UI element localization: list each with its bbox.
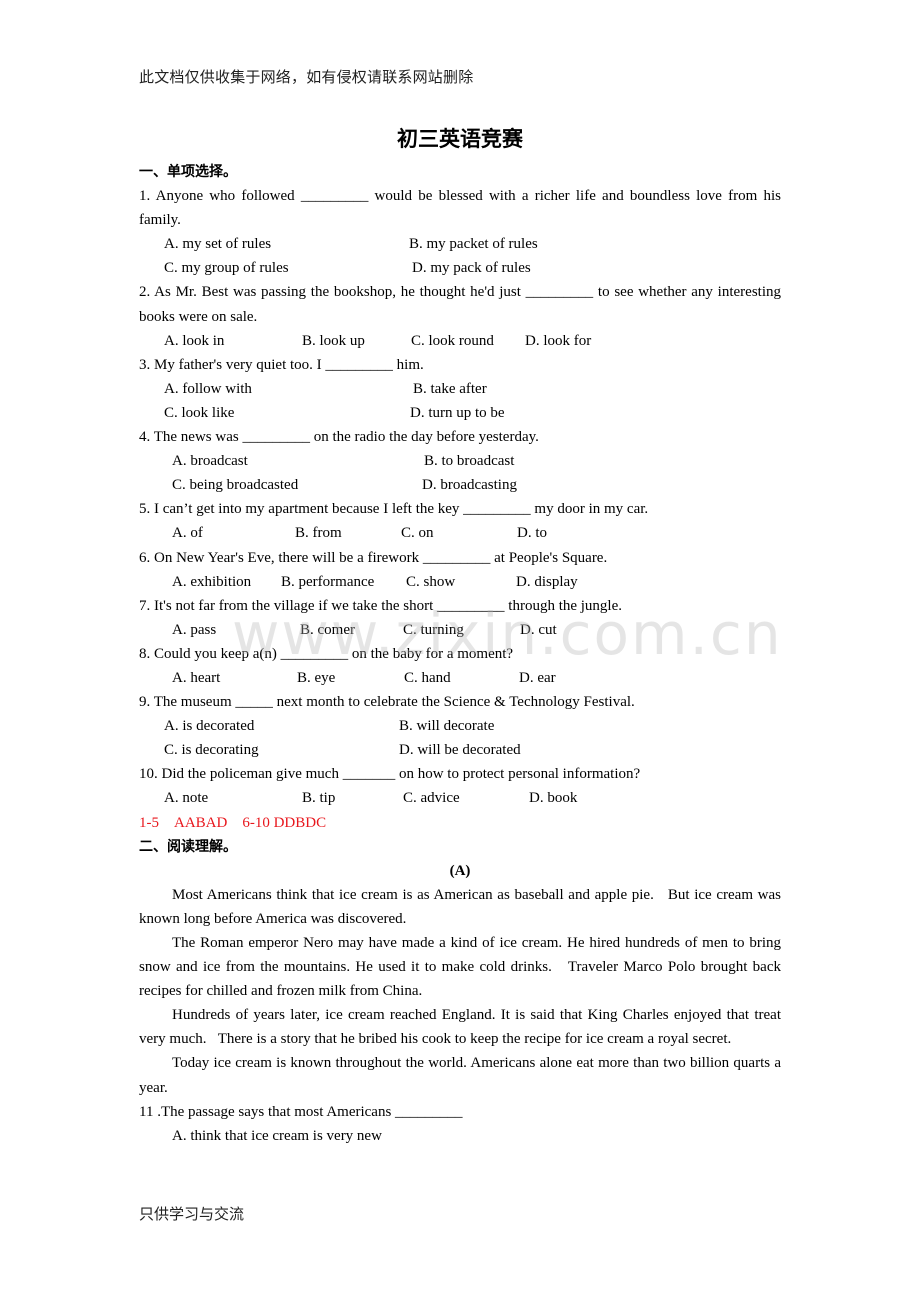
question-stem: 10. Did the policeman give much _______ … [139,766,641,783]
options-row: A. exhibition B. performance C. show D. … [139,570,781,594]
option-a: A. look in [164,332,225,349]
option-c: C. advice [403,790,460,807]
option-b: B. comer [300,621,355,638]
option-d: D. look for [525,332,592,349]
document-body: 一、单项选择。 1. Anyone who followed _________… [139,160,781,1148]
option-d: D. turn up to be [410,404,505,421]
passage-paragraph: Most Americans think that ice cream is a… [139,886,781,927]
option-d: D. ear [519,669,556,686]
question-11: 11 .The passage says that most Americans… [139,1100,781,1148]
options-row: A. of B. from C. on D. to [139,521,781,545]
options-row: A. my set of rules B. my packet of rules [139,232,781,256]
option-c: C. on [401,525,434,542]
question-stem: 7. It's not far from the village if we t… [139,597,623,614]
option-a: A. think that ice cream is very new [172,1127,382,1144]
question-1: 1. Anyone who followed _________ would b… [139,184,781,280]
question-stem: 3. My father's very quiet too. I _______… [139,356,424,373]
option-c: C. being broadcasted [172,477,299,494]
option-b: B. performance [281,573,375,590]
option-c: C. look like [164,404,235,421]
option-a: A. pass [172,621,217,638]
question-2: 2. As Mr. Best was passing the bookshop,… [139,280,781,352]
option-a: A. my set of rules [164,236,272,253]
passage-paragraph: The Roman emperor Nero may have made a k… [139,935,781,1000]
options-row: A. look in B. look up C. look round D. l… [139,329,781,353]
option-b: B. will decorate [399,718,495,735]
document-title: 初三英语竞赛 [397,127,523,151]
question-stem: 4. The news was _________ on the radio t… [139,429,539,446]
passage-paragraph: Hundreds of years later, ice cream reach… [139,1007,781,1048]
question-stem: 11 .The passage says that most Americans… [139,1103,463,1120]
question-9: 9. The museum _____ next month to celebr… [139,690,781,762]
option-d: D. display [516,573,578,590]
option-c: C. my group of rules [164,260,289,277]
header-disclaimer: 此文档仅供收集于网络，如有侵权请联系网站删除 [139,68,474,86]
option-d: D. cut [520,621,557,638]
question-stem: 6. On New Year's Eve, there will be a fi… [139,549,608,566]
options-row: C. is decorating D. will be decorated [139,738,781,762]
option-b: B. look up [302,332,365,349]
option-d: D. will be decorated [399,742,521,759]
option-a: A. of [172,525,203,542]
question-10: 10. Did the policeman give much _______ … [139,762,781,810]
answer-key: 1-5 AABAD 6-10 DDBDC [139,814,327,831]
question-4: 4. The news was _________ on the radio t… [139,425,781,497]
option-b: B. take after [413,380,487,397]
option-a: A. exhibition [172,573,252,590]
option-c: C. hand [404,669,451,686]
option-c: C. look round [411,332,494,349]
option-a: A. is decorated [164,718,255,735]
question-7: 7. It's not far from the village if we t… [139,594,781,642]
footer-disclaimer: 只供学习与交流 [139,1205,245,1223]
section-heading-reading: 二、阅读理解。 [139,838,237,855]
option-d: D. book [529,790,578,807]
option-d: D. my pack of rules [412,260,531,277]
option-b: B. my packet of rules [409,236,538,253]
question-6: 6. On New Year's Eve, there will be a fi… [139,546,781,594]
question-stem: 5. I can’t get into my apartment because… [139,501,649,518]
options-row: C. my group of rules D. my pack of rules [139,256,781,280]
option-a: A. follow with [164,380,252,397]
options-row: A. broadcast B. to broadcast [139,449,781,473]
option-a: A. broadcast [172,453,248,470]
question-stem: 9. The museum _____ next month to celebr… [139,694,635,711]
option-b: B. to broadcast [424,453,515,470]
question-stem: 2. As Mr. Best was passing the bookshop,… [139,284,781,325]
option-c: C. turning [403,621,464,638]
document-page: 此文档仅供收集于网络，如有侵权请联系网站删除 初三英语竞赛 一、单项选择。 1.… [0,0,920,1302]
option-a: A. note [164,790,209,807]
option-d: D. broadcasting [422,477,517,494]
option-a: A. heart [172,669,221,686]
options-row: A. heart B. eye C. hand D. ear [139,666,781,690]
options-row: C. being broadcasted D. broadcasting [139,473,781,497]
option-b: B. eye [297,669,336,686]
question-8: 8. Could you keep a(n) _________ on the … [139,642,781,690]
question-5: 5. I can’t get into my apartment because… [139,497,781,545]
options-row: A. note B. tip C. advice D. book [139,786,781,810]
passage-label: (A) [449,862,471,879]
option-c: C. is decorating [164,742,259,759]
passage-paragraph: Today ice cream is known throughout the … [139,1055,781,1096]
section-heading-multiple-choice: 一、单项选择。 [139,164,237,180]
options-row: A. is decorated B. will decorate [139,714,781,738]
options-row: C. look like D. turn up to be [139,401,781,425]
question-stem: 1. Anyone who followed _________ would b… [139,188,781,229]
option-c: C. show [406,573,456,590]
options-row: A. pass B. comer C. turning D. cut [139,618,781,642]
question-3: 3. My father's very quiet too. I _______… [139,353,781,425]
option-b: B. from [295,525,342,542]
option-b: B. tip [302,790,336,807]
options-row: A. follow with B. take after [139,377,781,401]
option-d: D. to [517,525,547,542]
question-stem: 8. Could you keep a(n) _________ on the … [139,645,514,662]
